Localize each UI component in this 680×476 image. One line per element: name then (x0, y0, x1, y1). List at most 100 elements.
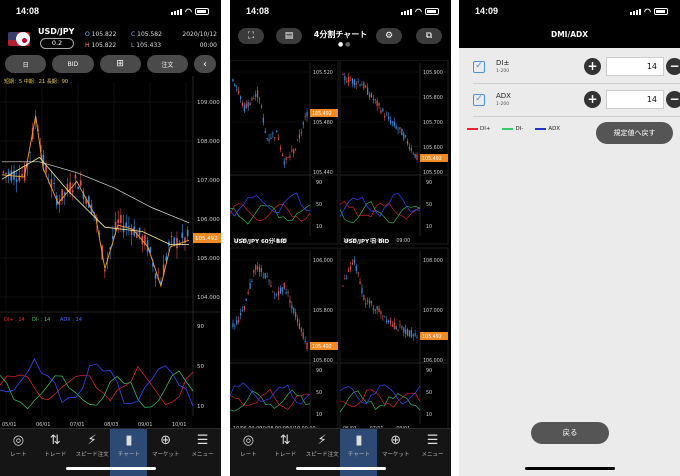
quad-price-candle (249, 283, 251, 289)
osc-tick-label: 50 (316, 202, 322, 208)
quad-price-candle (283, 282, 285, 289)
settings-button[interactable]: ⚙ (376, 28, 402, 44)
quad-price-candle (370, 301, 373, 304)
quad-price-candle (355, 83, 357, 85)
chart-icon: ▮ (125, 433, 133, 448)
price-candle (186, 230, 189, 237)
price-candle (7, 171, 10, 175)
quad-price-candle (357, 272, 359, 274)
increment-button[interactable]: + (584, 91, 601, 108)
tab-rate[interactable]: ◎ レート (0, 429, 37, 476)
minus-icon: − (669, 92, 680, 106)
di-period-input[interactable]: 14 (606, 57, 664, 76)
quad-price-candle (344, 278, 346, 280)
quad-price-candle (232, 323, 234, 327)
bid-ask-button[interactable]: BID (52, 55, 94, 73)
osc-tick-label: 10 (316, 412, 322, 418)
timeframe-button[interactable]: 日 (5, 55, 47, 73)
price-candle (117, 219, 120, 224)
quad-price-candle (234, 325, 236, 327)
chart-icon: ▮ (355, 433, 363, 448)
quad-price-candle (255, 93, 257, 97)
quad-price-candle (399, 127, 401, 129)
quad-price-candle (253, 98, 255, 99)
y-tick-label: 108.000 (423, 258, 443, 264)
tab-menu[interactable]: ☰ メニュー (414, 429, 451, 476)
quad-price-candle (414, 153, 416, 158)
tab-menu[interactable]: ☰ メニュー (184, 429, 221, 476)
quad-price-candle (293, 308, 295, 313)
quad-price-candle (348, 269, 350, 272)
quad-price-candle (276, 293, 278, 295)
tab-label: マーケット (151, 452, 180, 458)
quad-price-candle (253, 269, 255, 273)
battery-icon (425, 8, 439, 15)
y-tick-label: 105.480 (313, 120, 333, 126)
order-button[interactable]: 注文 (146, 55, 188, 73)
quad-price-candle (342, 285, 344, 287)
quad-price-candle (414, 333, 416, 336)
quad-charts[interactable]: USD/JPY 1分 BID105.520105.480105.440105.4… (230, 60, 451, 430)
quad-price-candle (268, 138, 270, 141)
price-chart[interactable]: 109.000 108.000 107.000 106.000 105.000 104.0… (0, 76, 221, 428)
speed-icon: ⚡ (317, 433, 327, 448)
y-tick-label: 104.000 (197, 295, 220, 301)
quad-price-candle (349, 79, 352, 81)
quad-price-candle (391, 121, 393, 123)
quad-title: USD/JPY 日 BID (344, 238, 390, 245)
home-indicator (65, 467, 156, 470)
home-indicator (295, 467, 386, 470)
quad-price-candle (405, 135, 407, 137)
rotate-button[interactable]: ⧉ (416, 28, 442, 44)
quad-price-candle (382, 315, 384, 317)
quad-price-candle (262, 277, 264, 278)
param-name: ADX (496, 92, 511, 100)
quad-price-candle (348, 76, 350, 83)
collapse-button[interactable]: ‹ (194, 55, 216, 73)
battery-icon (195, 8, 209, 15)
adx-checkbox[interactable]: ✓ (473, 94, 485, 106)
quad-price-candle (410, 330, 412, 338)
di-checkbox[interactable]: ✓ (473, 61, 485, 73)
trade-icon: ⇅ (49, 433, 61, 448)
legend-di-minus: DI- (502, 126, 523, 132)
quad-price-candle (306, 342, 308, 349)
price-candle (5, 172, 7, 174)
quad-price-candle (274, 294, 276, 296)
quad-price-candle (380, 110, 382, 114)
wifi-icon: ◠ (644, 7, 651, 16)
quad-price-candle (241, 102, 244, 106)
tab-rate[interactable]: ◎ レート (230, 429, 267, 476)
price-candle (181, 232, 184, 238)
price-candle (170, 235, 173, 238)
currency-pair[interactable]: USD/JPY (38, 27, 74, 36)
status-bar: 14:08 ◠ (0, 0, 221, 22)
decrement-button[interactable]: − (666, 58, 680, 75)
signal-icon (401, 8, 413, 15)
quad-price-candle (279, 287, 282, 294)
plus-icon: + (587, 92, 598, 106)
quad-price-candle (346, 277, 348, 279)
decrement-button[interactable]: − (666, 91, 680, 108)
spread-badge: 0.2 (40, 38, 74, 49)
quad-price-candle (403, 327, 405, 333)
osc-tick-label: 90 (426, 368, 432, 374)
quad-price-candle (376, 306, 378, 310)
tab-label: スピード注文 (75, 452, 109, 458)
osc-tick-label: 50 (426, 390, 432, 396)
wifi-icon: ◠ (415, 7, 422, 16)
quad-price-candle (245, 103, 247, 108)
price-tag-label: 105.492 (312, 344, 332, 350)
increment-button[interactable]: + (584, 58, 601, 75)
price-candle (15, 179, 18, 182)
reset-defaults-button[interactable]: 規定値へ戻す (596, 122, 673, 144)
quad-price-candle (386, 321, 388, 323)
signal-icon (171, 8, 183, 15)
quad-price-candle (245, 298, 247, 301)
quad-price-candle (389, 120, 392, 124)
back-button[interactable]: 戻る (531, 422, 609, 444)
quad-price-candle (399, 324, 401, 326)
layout-grid-button[interactable]: ⊞ (99, 55, 141, 73)
quad-price-candle (268, 280, 270, 282)
adx-period-input[interactable]: 14 (606, 90, 664, 109)
